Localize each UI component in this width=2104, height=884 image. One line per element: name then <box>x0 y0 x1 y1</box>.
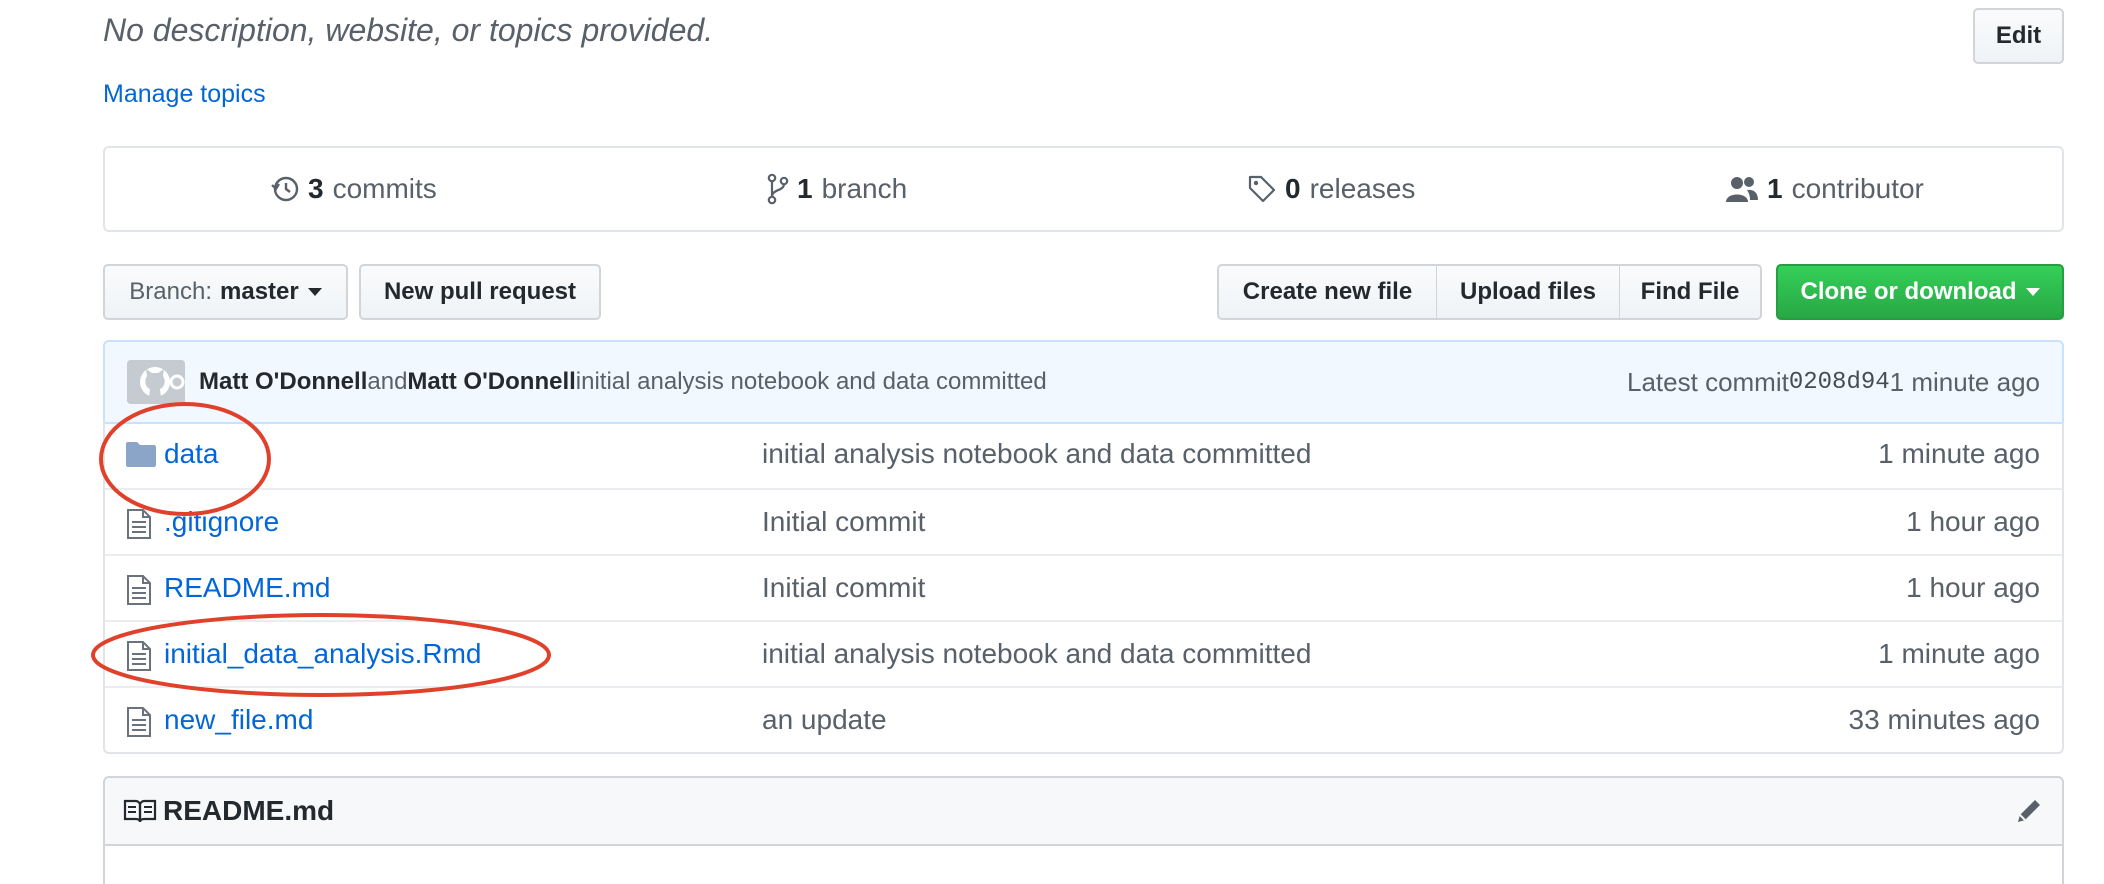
commit-author-link[interactable]: Matt O'Donnell <box>199 368 367 396</box>
branches-link[interactable]: 1 branch <box>767 148 907 230</box>
file-link[interactable]: README.md <box>164 556 330 620</box>
clone-or-download-button[interactable]: Clone or download <box>1776 264 2064 320</box>
repo-description: No description, website, or topics provi… <box>103 12 714 48</box>
new-pull-request-button[interactable]: New pull request <box>359 264 601 320</box>
file-commit-message[interactable]: an update <box>762 688 887 752</box>
releases-count: 0 <box>1285 173 1301 204</box>
readme-body <box>103 844 2064 884</box>
readme-title: README.md <box>123 778 334 844</box>
file-row-gitignore: .gitignore Initial commit 1 hour ago <box>105 488 2062 554</box>
file-row-readme: README.md Initial commit 1 hour ago <box>105 554 2062 620</box>
file-link[interactable]: data <box>164 422 219 486</box>
file-age: 1 hour ago <box>1906 572 2040 603</box>
commit-sha-link[interactable]: 0208d94 <box>1789 369 1890 396</box>
people-icon <box>1726 177 1758 202</box>
history-icon <box>271 176 299 202</box>
readme-header: README.md <box>103 776 2064 846</box>
commits-count: 3 <box>308 173 324 204</box>
repo-summary-bar: 3 commits 1 branch 0 releases 1 contribu… <box>103 146 2064 232</box>
folder-icon <box>126 441 156 472</box>
file-link[interactable]: .gitignore <box>164 490 279 554</box>
pencil-icon[interactable] <box>2014 796 2044 831</box>
git-branch-icon <box>767 173 789 205</box>
branch-select-button[interactable]: Branch: master <box>103 264 348 320</box>
file-row-new-file: new_file.md an update 33 minutes ago <box>105 686 2062 752</box>
latest-commit-label: Latest commit <box>1627 366 1789 397</box>
caret-down-icon <box>307 288 322 296</box>
releases-label: releases <box>1309 173 1416 204</box>
file-age: 1 hour ago <box>1906 506 2040 537</box>
file-icon <box>126 641 152 676</box>
file-age: 1 minute ago <box>1878 438 2040 469</box>
file-commit-message[interactable]: initial analysis notebook and data commi… <box>762 622 1311 686</box>
branches-count: 1 <box>797 173 813 204</box>
commits-link[interactable]: 3 commits <box>270 148 437 230</box>
commit-message-link[interactable]: initial analysis notebook and data commi… <box>576 368 1047 396</box>
book-icon <box>123 799 157 823</box>
latest-commit-bar: Matt O'Donnell and Matt O'Donnell initia… <box>103 340 2064 424</box>
commit-and-text: and <box>367 368 408 395</box>
releases-link[interactable]: 0 releases <box>1247 148 1415 230</box>
branch-name: master <box>220 278 299 305</box>
clone-label: Clone or download <box>1800 278 2017 305</box>
file-list: data initial analysis notebook and data … <box>103 422 2064 754</box>
avatar[interactable] <box>127 360 185 404</box>
contributors-label: contributor <box>1791 173 1924 204</box>
create-new-file-button[interactable]: Create new file <box>1217 264 1438 320</box>
find-file-button[interactable]: Find File <box>1619 264 1762 320</box>
readme-title-text: README.md <box>163 795 335 826</box>
commit-committer-link[interactable]: Matt O'Donnell <box>407 368 575 396</box>
file-icon <box>126 509 152 544</box>
branch-prefix: Branch: <box>129 278 212 305</box>
file-commit-message[interactable]: Initial commit <box>762 490 925 554</box>
file-link[interactable]: new_file.md <box>164 688 313 752</box>
file-age: 33 minutes ago <box>1848 704 2040 735</box>
file-link[interactable]: initial_data_analysis.Rmd <box>164 622 482 686</box>
file-commit-message[interactable]: initial analysis notebook and data commi… <box>762 422 1311 486</box>
branches-label: branch <box>821 173 908 204</box>
commits-label: commits <box>332 173 437 204</box>
file-row-data: data initial analysis notebook and data … <box>105 422 2062 488</box>
latest-commit-info: Latest commit 0208d94 1 minute ago <box>1627 342 2040 422</box>
commit-time: 1 minute ago <box>1889 366 2040 397</box>
file-icon <box>126 575 152 610</box>
file-row-rmd: initial_data_analysis.Rmd initial analys… <box>105 620 2062 686</box>
file-age: 1 minute ago <box>1878 638 2040 669</box>
manage-topics-link[interactable]: Manage topics <box>103 80 266 109</box>
tag-icon <box>1248 175 1276 203</box>
upload-files-button[interactable]: Upload files <box>1436 264 1621 320</box>
edit-button[interactable]: Edit <box>1973 8 2064 64</box>
github-avatar-icon <box>127 360 185 404</box>
file-icon <box>126 707 152 742</box>
contributors-count: 1 <box>1767 173 1783 204</box>
contributors-link[interactable]: 1 contributor <box>1725 148 1924 230</box>
commit-summary: Matt O'Donnell and Matt O'Donnell initia… <box>199 342 1047 422</box>
caret-down-icon <box>2025 288 2040 296</box>
file-commit-message[interactable]: Initial commit <box>762 556 925 620</box>
